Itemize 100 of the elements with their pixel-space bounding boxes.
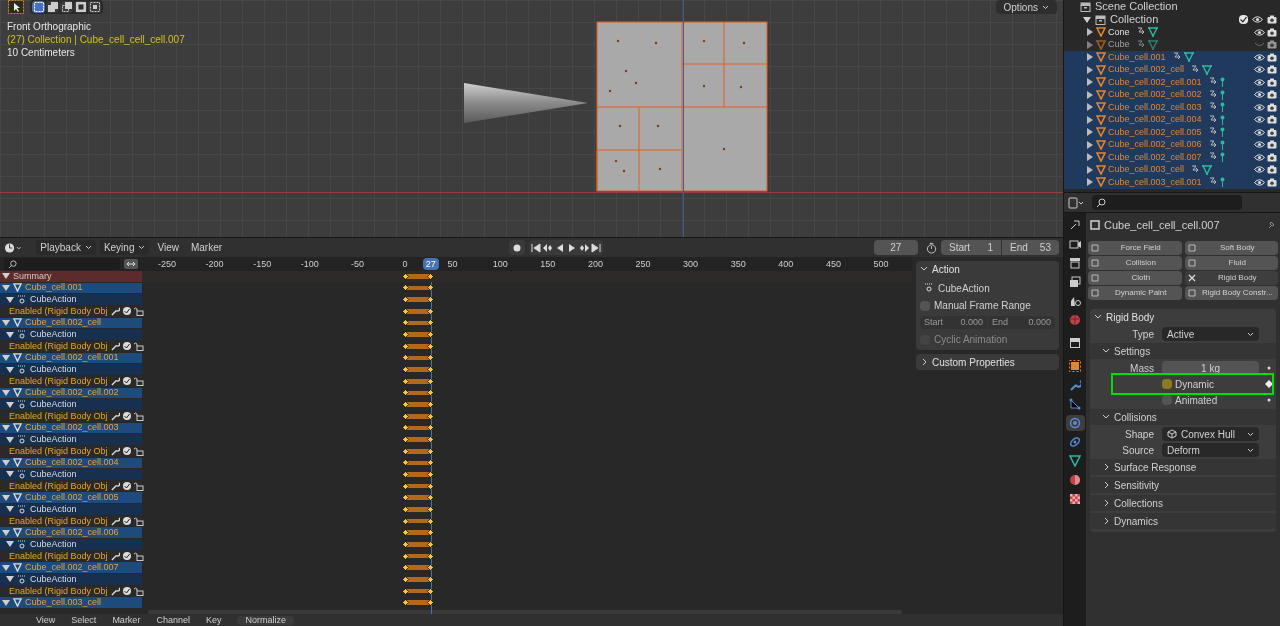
outliner-row[interactable]: Cube_cell.002_cell.001 [1064,76,1280,89]
eye-icon[interactable] [1252,15,1263,24]
keyframe-marker[interactable] [427,284,435,292]
padlock-icon[interactable] [133,411,144,421]
keyframe-marker[interactable] [401,505,409,513]
next-keyframe-icon[interactable] [579,242,590,253]
checkbox[interactable]: Manual Frame Range [920,299,1055,312]
camera-icon[interactable] [1267,127,1277,137]
keyframe-marker[interactable] [401,540,409,548]
padlock-icon[interactable] [133,376,144,386]
padlock-icon[interactable] [133,446,144,456]
outliner-row[interactable]: Collection [1064,13,1280,26]
channel-row[interactable]: CubeAction [0,329,142,340]
shape-dropdown[interactable]: Convex Hull [1162,427,1259,441]
subpanel-header[interactable]: Collections [1090,495,1276,511]
options-button[interactable]: Options [995,0,1057,14]
physics-button[interactable]: Soft Body [1184,241,1278,255]
disclosure-triangle-icon[interactable] [2,493,10,502]
keyframe-marker[interactable] [427,587,435,595]
record-button[interactable] [509,240,526,255]
checkbox[interactable]: Dynamic [1162,376,1259,392]
menu-button[interactable]: View [153,240,183,255]
eye-icon[interactable] [1254,77,1265,87]
keyframe-marker[interactable] [401,471,409,478]
keyframe-marker[interactable] [401,319,409,327]
keyframe-marker[interactable] [401,482,409,490]
eye-icon[interactable] [1254,90,1265,100]
keyframe-marker[interactable] [427,505,435,513]
keyframe-marker[interactable] [401,331,409,339]
camera-icon[interactable] [1267,140,1277,150]
eye-icon[interactable] [1254,165,1265,175]
menu-button[interactable]: View [36,615,56,625]
padlock-icon[interactable] [133,551,144,561]
channel-row[interactable]: Cube_cell.002_cell.004 [0,457,142,469]
keyframe-marker[interactable] [427,471,435,478]
camera-icon[interactable] [1267,15,1277,24]
channel-row[interactable]: CubeAction [0,574,142,585]
disclosure-triangle-icon[interactable] [6,470,14,479]
swap-arrows-icon[interactable] [124,259,138,269]
keyframe-marker[interactable] [427,296,435,304]
panel-header[interactable]: Custom Properties [916,354,1059,370]
menu-button[interactable]: Key [205,615,222,625]
menu-button[interactable]: Marker [112,615,141,625]
keyframe-marker[interactable] [401,436,409,443]
physics-button[interactable]: Rigid Body [1184,271,1278,285]
physics-button[interactable]: Rigid Body Constr... [1184,286,1278,300]
keyframe-marker[interactable] [427,436,435,443]
disclosure-triangle-icon[interactable] [2,272,10,281]
channel-row[interactable]: Summary [0,271,142,282]
channel-row[interactable]: Cube_cell.003_cell [0,597,142,609]
chevron-icon[interactable] [1102,347,1110,355]
camera-icon[interactable] [1267,27,1277,37]
menu-button[interactable]: Keying [99,240,150,255]
disclosure-triangle-icon[interactable] [6,505,14,514]
keyframe-marker[interactable] [401,389,409,397]
keyframe-marker[interactable] [401,401,409,409]
eye-icon[interactable] [1254,140,1265,150]
camera-icon[interactable] [1267,165,1277,175]
disclosure-triangle-icon[interactable] [6,540,14,549]
checkbox[interactable]: Animated [1162,392,1259,408]
channel-row[interactable]: Cube_cell.002_cell.003 [0,422,142,434]
keyframe-marker[interactable] [427,366,435,374]
collection-checkbox[interactable] [1239,15,1248,24]
chevron-icon[interactable] [1102,413,1110,421]
disclosure-triangle-icon[interactable] [6,400,14,409]
outliner-row[interactable]: Cube_cell.002_cell.005 [1064,126,1280,139]
keyframe-marker[interactable] [427,401,435,409]
menu-button[interactable]: Channel [156,615,190,625]
padlock-icon[interactable] [133,586,144,596]
channel-row[interactable]: CubeAction [0,539,142,550]
start-frame-field[interactable]: Start 1 [941,240,1001,255]
eye-icon[interactable] [1254,27,1265,37]
camera-icon[interactable] [1267,65,1277,75]
keyframe-marker[interactable] [401,517,409,525]
disclosure-triangle-icon[interactable] [2,598,10,607]
type-dropdown[interactable]: Active [1162,327,1259,341]
eye-icon[interactable] [1254,52,1265,62]
previous-keyframe-icon[interactable] [543,242,554,253]
keyframe-marker[interactable] [401,529,409,537]
keyframe-marker[interactable] [427,494,435,502]
end-frame-field[interactable]: End 53 [1002,240,1059,255]
keyframe-marker[interactable] [427,412,435,420]
keyframe-marker[interactable] [401,552,409,560]
keyframe-marker[interactable] [427,575,435,583]
disclosure-triangle-icon[interactable] [6,575,14,584]
keyframe-marker[interactable] [401,342,409,350]
jump-to-start-icon[interactable] [531,242,542,253]
eye-icon[interactable] [1254,115,1265,125]
channel-row[interactable]: CubeAction [0,364,142,375]
subpanel-header[interactable]: Sensitivity [1090,477,1276,493]
padlock-icon[interactable] [133,306,144,316]
keyframe-marker[interactable] [401,599,409,607]
keyframe-marker[interactable] [427,564,435,572]
keyframe-marker[interactable] [427,517,435,525]
physics-button[interactable]: Dynamic Paint [1088,286,1182,300]
menu-button[interactable]: Playback [36,240,96,255]
selection-mode-button[interactable] [74,1,87,13]
outliner-row[interactable]: Cone [1064,26,1280,39]
padlock-icon[interactable] [133,516,144,526]
horizontal-scrollbar[interactable] [148,610,902,615]
